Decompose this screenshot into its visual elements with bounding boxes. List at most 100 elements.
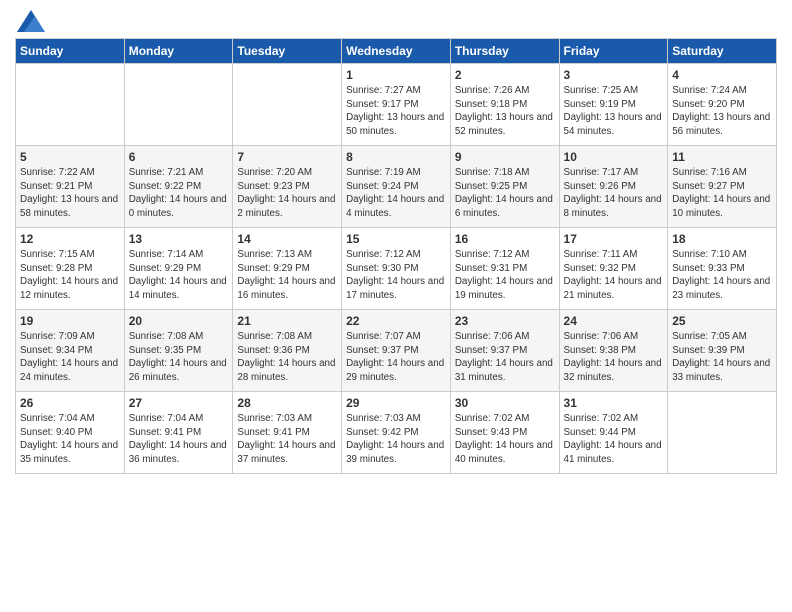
day-number: 13 — [129, 232, 229, 246]
day-number: 27 — [129, 396, 229, 410]
day-info: Sunrise: 7:18 AMSunset: 9:25 PMDaylight:… — [455, 166, 555, 221]
day-number: 17 — [564, 232, 664, 246]
calendar-cell: 4 Sunrise: 7:24 AMSunset: 9:20 PMDaylight… — [668, 64, 777, 146]
calendar-cell: 31 Sunrise: 7:02 AMSunset: 9:44 PMDayligh… — [559, 392, 668, 474]
calendar-cell: 22 Sunrise: 7:07 AMSunset: 9:37 PMDayligh… — [342, 310, 451, 392]
day-number: 4 — [672, 68, 772, 82]
calendar: SundayMondayTuesdayWednesdayThursdayFrid… — [15, 38, 777, 474]
weekday-header-saturday: Saturday — [668, 39, 777, 64]
logo — [15, 10, 45, 32]
day-info: Sunrise: 7:02 AMSunset: 9:43 PMDaylight:… — [455, 412, 555, 467]
weekday-header-wednesday: Wednesday — [342, 39, 451, 64]
calendar-cell: 12Sunrise: 7:15 AMSunset: 9:28 PMDayligh… — [16, 228, 125, 310]
calendar-cell: 25Sunrise: 7:05 AMSunset: 9:39 PMDayligh… — [668, 310, 777, 392]
day-number: 30 — [455, 396, 555, 410]
calendar-week-4: 19 Sunrise: 7:09 AMSunset: 9:34 PMDayligh… — [16, 310, 777, 392]
weekday-header-thursday: Thursday — [450, 39, 559, 64]
day-info: Sunrise: 7:24 AMSunset: 9:20 PMDaylight:… — [672, 84, 772, 139]
calendar-week-1: 1 Sunrise: 7:27 AMSunset: 9:17 PMDaylight… — [16, 64, 777, 146]
calendar-cell: 30 Sunrise: 7:02 AMSunset: 9:43 PMDayligh… — [450, 392, 559, 474]
day-number: 20 — [129, 314, 229, 328]
calendar-week-2: 5Sunrise: 7:22 AMSunset: 9:21 PMDaylight… — [16, 146, 777, 228]
day-number: 14 — [237, 232, 337, 246]
calendar-cell: 18Sunrise: 7:10 AMSunset: 9:33 PMDayligh… — [668, 228, 777, 310]
day-info: Sunrise: 7:10 AMSunset: 9:33 PMDaylight:… — [672, 248, 772, 303]
calendar-cell: 21Sunrise: 7:08 AMSunset: 9:36 PMDayligh… — [233, 310, 342, 392]
calendar-cell: 24Sunrise: 7:06 AMSunset: 9:38 PMDayligh… — [559, 310, 668, 392]
day-info: Sunrise: 7:06 AMSunset: 9:37 PMDaylight:… — [455, 330, 555, 385]
calendar-cell: 20 Sunrise: 7:08 AMSunset: 9:35 PMDayligh… — [124, 310, 233, 392]
day-number: 8 — [346, 150, 446, 164]
day-info: Sunrise: 7:03 AMSunset: 9:42 PMDaylight:… — [346, 412, 446, 467]
day-info: Sunrise: 7:21 AMSunset: 9:22 PMDaylight:… — [129, 166, 229, 221]
day-info: Sunrise: 7:11 AMSunset: 9:32 PMDaylight:… — [564, 248, 664, 303]
calendar-cell: 10 Sunrise: 7:17 AMSunset: 9:26 PMDayligh… — [559, 146, 668, 228]
calendar-cell: 14 Sunrise: 7:13 AMSunset: 9:29 PMDayligh… — [233, 228, 342, 310]
calendar-cell: 15 Sunrise: 7:12 AMSunset: 9:30 PMDayligh… — [342, 228, 451, 310]
weekday-header-tuesday: Tuesday — [233, 39, 342, 64]
day-info: Sunrise: 7:04 AMSunset: 9:41 PMDaylight:… — [129, 412, 229, 467]
calendar-cell: 19 Sunrise: 7:09 AMSunset: 9:34 PMDayligh… — [16, 310, 125, 392]
calendar-cell — [16, 64, 125, 146]
calendar-cell — [124, 64, 233, 146]
calendar-cell: 28Sunrise: 7:03 AMSunset: 9:41 PMDayligh… — [233, 392, 342, 474]
day-number: 7 — [237, 150, 337, 164]
calendar-cell: 17 Sunrise: 7:11 AMSunset: 9:32 PMDayligh… — [559, 228, 668, 310]
calendar-cell: 26 Sunrise: 7:04 AMSunset: 9:40 PMDayligh… — [16, 392, 125, 474]
calendar-cell: 13Sunrise: 7:14 AMSunset: 9:29 PMDayligh… — [124, 228, 233, 310]
day-number: 3 — [564, 68, 664, 82]
day-number: 22 — [346, 314, 446, 328]
day-info: Sunrise: 7:02 AMSunset: 9:44 PMDaylight:… — [564, 412, 664, 467]
day-info: Sunrise: 7:15 AMSunset: 9:28 PMDaylight:… — [20, 248, 120, 303]
day-info: Sunrise: 7:08 AMSunset: 9:35 PMDaylight:… — [129, 330, 229, 385]
day-number: 24 — [564, 314, 664, 328]
day-number: 16 — [455, 232, 555, 246]
calendar-week-3: 12Sunrise: 7:15 AMSunset: 9:28 PMDayligh… — [16, 228, 777, 310]
calendar-cell: 16 Sunrise: 7:12 AMSunset: 9:31 PMDayligh… — [450, 228, 559, 310]
calendar-cell: 23Sunrise: 7:06 AMSunset: 9:37 PMDayligh… — [450, 310, 559, 392]
day-info: Sunrise: 7:20 AMSunset: 9:23 PMDaylight:… — [237, 166, 337, 221]
calendar-week-5: 26 Sunrise: 7:04 AMSunset: 9:40 PMDayligh… — [16, 392, 777, 474]
weekday-header-friday: Friday — [559, 39, 668, 64]
day-number: 26 — [20, 396, 120, 410]
day-info: Sunrise: 7:09 AMSunset: 9:34 PMDaylight:… — [20, 330, 120, 385]
calendar-cell: 2 Sunrise: 7:26 AMSunset: 9:18 PMDaylight… — [450, 64, 559, 146]
calendar-cell: 1 Sunrise: 7:27 AMSunset: 9:17 PMDaylight… — [342, 64, 451, 146]
day-number: 31 — [564, 396, 664, 410]
day-info: Sunrise: 7:07 AMSunset: 9:37 PMDaylight:… — [346, 330, 446, 385]
day-info: Sunrise: 7:05 AMSunset: 9:39 PMDaylight:… — [672, 330, 772, 385]
day-info: Sunrise: 7:08 AMSunset: 9:36 PMDaylight:… — [237, 330, 337, 385]
page: SundayMondayTuesdayWednesdayThursdayFrid… — [0, 0, 792, 612]
calendar-cell: 8 Sunrise: 7:19 AMSunset: 9:24 PMDaylight… — [342, 146, 451, 228]
day-number: 2 — [455, 68, 555, 82]
day-number: 5 — [20, 150, 120, 164]
day-number: 10 — [564, 150, 664, 164]
day-info: Sunrise: 7:04 AMSunset: 9:40 PMDaylight:… — [20, 412, 120, 467]
weekday-header-sunday: Sunday — [16, 39, 125, 64]
calendar-cell: 7 Sunrise: 7:20 AMSunset: 9:23 PMDaylight… — [233, 146, 342, 228]
calendar-cell — [233, 64, 342, 146]
day-info: Sunrise: 7:16 AMSunset: 9:27 PMDaylight:… — [672, 166, 772, 221]
calendar-cell: 6Sunrise: 7:21 AMSunset: 9:22 PMDaylight… — [124, 146, 233, 228]
day-number: 11 — [672, 150, 772, 164]
day-number: 1 — [346, 68, 446, 82]
calendar-cell: 27 Sunrise: 7:04 AMSunset: 9:41 PMDayligh… — [124, 392, 233, 474]
calendar-cell — [668, 392, 777, 474]
day-info: Sunrise: 7:12 AMSunset: 9:30 PMDaylight:… — [346, 248, 446, 303]
calendar-cell: 11 Sunrise: 7:16 AMSunset: 9:27 PMDayligh… — [668, 146, 777, 228]
calendar-cell: 5Sunrise: 7:22 AMSunset: 9:21 PMDaylight… — [16, 146, 125, 228]
day-info: Sunrise: 7:26 AMSunset: 9:18 PMDaylight:… — [455, 84, 555, 139]
day-info: Sunrise: 7:19 AMSunset: 9:24 PMDaylight:… — [346, 166, 446, 221]
day-info: Sunrise: 7:12 AMSunset: 9:31 PMDaylight:… — [455, 248, 555, 303]
weekday-header-monday: Monday — [124, 39, 233, 64]
day-number: 28 — [237, 396, 337, 410]
day-info: Sunrise: 7:13 AMSunset: 9:29 PMDaylight:… — [237, 248, 337, 303]
calendar-cell: 9 Sunrise: 7:18 AMSunset: 9:25 PMDaylight… — [450, 146, 559, 228]
day-number: 19 — [20, 314, 120, 328]
day-info: Sunrise: 7:17 AMSunset: 9:26 PMDaylight:… — [564, 166, 664, 221]
day-info: Sunrise: 7:25 AMSunset: 9:19 PMDaylight:… — [564, 84, 664, 139]
day-number: 15 — [346, 232, 446, 246]
day-info: Sunrise: 7:27 AMSunset: 9:17 PMDaylight:… — [346, 84, 446, 139]
weekday-header-row: SundayMondayTuesdayWednesdayThursdayFrid… — [16, 39, 777, 64]
day-number: 9 — [455, 150, 555, 164]
